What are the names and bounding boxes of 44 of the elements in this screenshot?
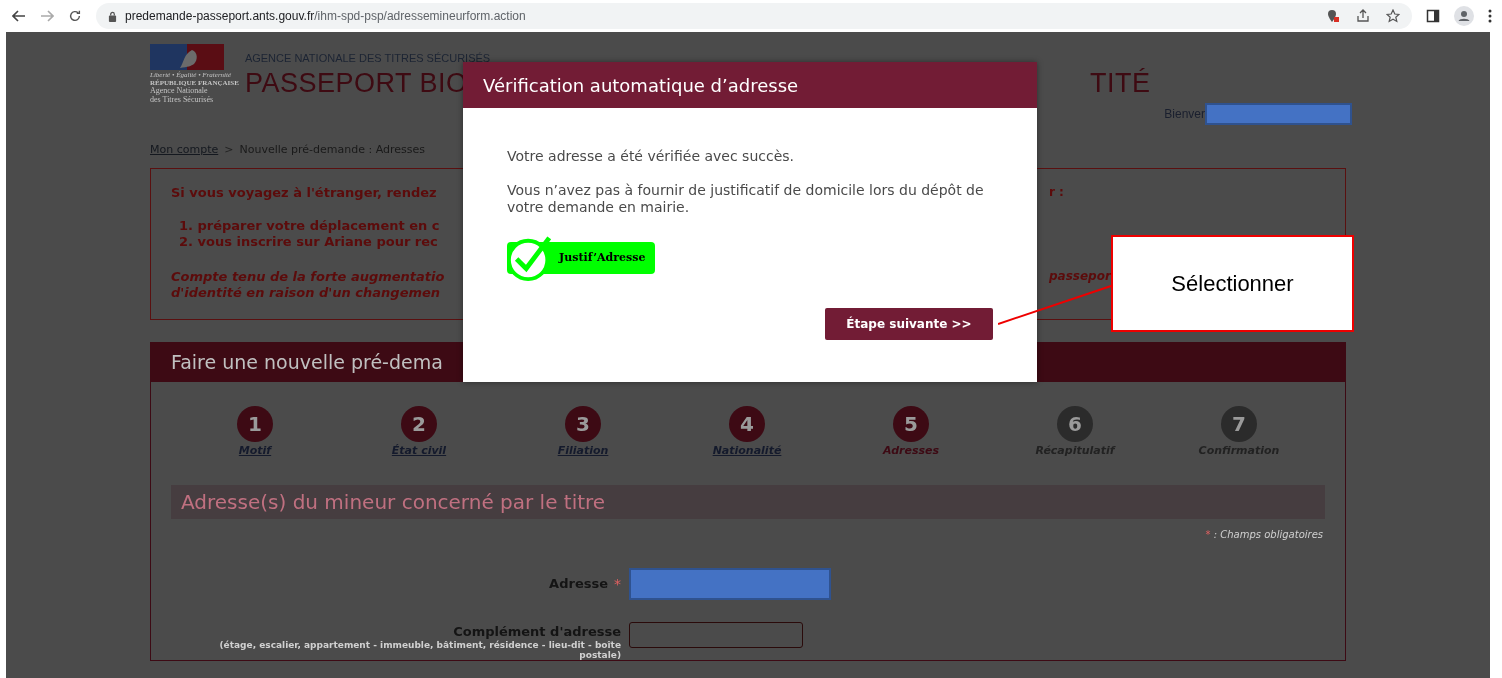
site-title: TITÉ: [1090, 68, 1151, 99]
back-icon[interactable]: [12, 10, 26, 22]
breadcrumb-separator: >: [224, 143, 234, 156]
step-number: 1: [237, 406, 273, 442]
step-number: 2: [401, 406, 437, 442]
step-label[interactable]: État civil: [391, 444, 447, 457]
reload-icon[interactable]: [68, 9, 82, 23]
side-panel-icon[interactable]: [1426, 9, 1440, 23]
required-mark: *: [614, 576, 621, 592]
notice-note: passepor: [1049, 268, 1111, 285]
field-label: Adresse: [549, 576, 608, 592]
notice-heading: Si vous voyagez à l'étranger, rendez: [171, 185, 437, 200]
notice-note: Compte tenu de la forte augmentatio: [171, 268, 445, 285]
share-icon[interactable]: [1356, 9, 1370, 23]
next-step-button[interactable]: Étape suivante >>: [825, 307, 993, 340]
field-hint: (étage, escalier, appartement - immeuble, bâtiment, résidence - lieu-dit - boîte postale): [218, 639, 621, 660]
notice-list-item: 2. vous inscrire sur Ariane pour rec: [179, 234, 438, 251]
step-label: Adresses: [882, 444, 939, 457]
step-number: 5: [893, 406, 929, 442]
step-number: 7: [1221, 406, 1257, 442]
step-number: 4: [729, 406, 765, 442]
input-field[interactable]: [629, 622, 803, 648]
profile-icon[interactable]: [1454, 6, 1474, 26]
dialog-title: Vérification automatique d’adresse: [483, 74, 799, 96]
notice-note: d'identité en raison d'un changemen: [171, 284, 441, 301]
dialog-message: Votre adresse a été vérifiée avec succès.: [507, 148, 795, 166]
location-blocked-icon[interactable]: [1326, 9, 1340, 23]
notice-list-item: 1. préparer votre déplacement en c: [179, 218, 440, 235]
notice-heading: r :: [1049, 185, 1064, 200]
step-label[interactable]: Nationalité: [712, 444, 782, 457]
wizard-title: Faire une nouvelle pré-dema: [171, 351, 443, 373]
callout-text: Sélectionner: [1171, 270, 1294, 297]
menu-icon[interactable]: [1488, 9, 1492, 23]
required-mark: *: [1205, 529, 1211, 540]
step-number: 3: [565, 406, 601, 442]
step-label[interactable]: Filiation: [557, 444, 609, 457]
step-number: 6: [1057, 406, 1093, 442]
star-icon[interactable]: [1386, 9, 1400, 23]
address-bar[interactable]: predemande-passeport.ants.gouv.fr/ihm-spd-psp/adressemineurform.action: [96, 3, 1412, 29]
scrollbar[interactable]: [1490, 32, 1502, 678]
dialog-message: Vous n’avez pas à fournir de justificatif de domicile lors du dépôt de votre demande en mairie.: [507, 181, 985, 217]
section-title: Adresse(s) du mineur concerné par le titre: [181, 490, 606, 514]
required-note: : Champs obligatoires: [1213, 529, 1323, 540]
lock-icon: [108, 10, 117, 22]
